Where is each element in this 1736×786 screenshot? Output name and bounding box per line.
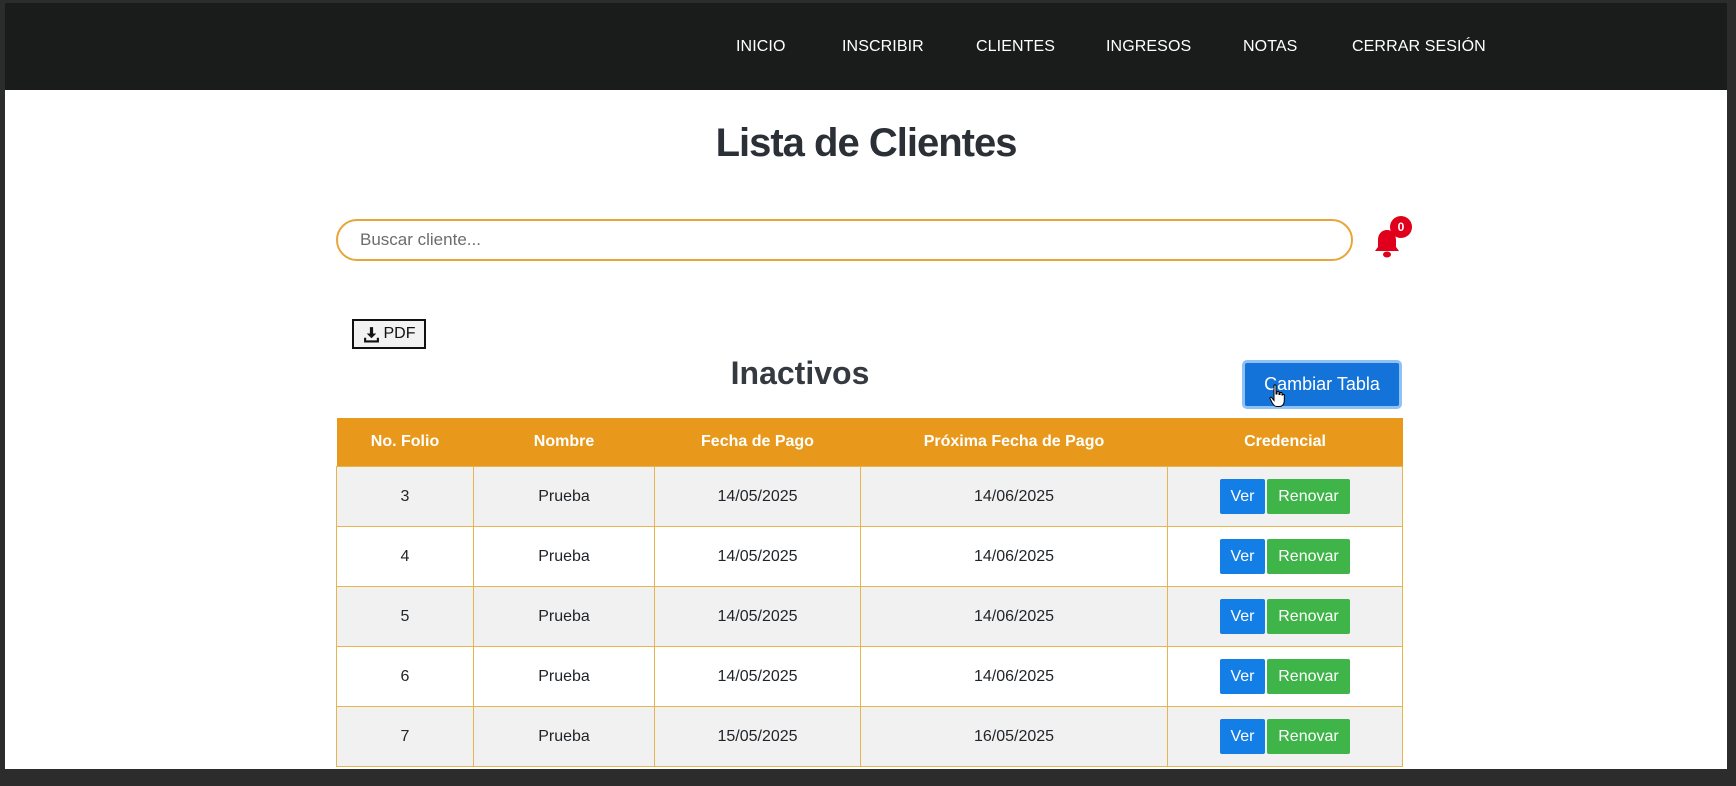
cell-fecha-pago: 14/05/2025 [654, 646, 861, 707]
table-row: 3 Prueba 14/05/2025 14/06/2025 Ver Renova… [336, 466, 1403, 527]
cell-nombre: Prueba [473, 526, 655, 587]
cell-credencial-actions: Ver Renovar [1167, 586, 1403, 647]
column-header-fecha-pago: Fecha de Pago [654, 418, 861, 467]
cell-credencial-actions: Ver Renovar [1167, 466, 1403, 527]
cell-nombre: Prueba [473, 706, 655, 767]
renovar-button[interactable]: Renovar [1267, 479, 1350, 514]
pdf-button-label: PDF [383, 325, 416, 342]
cell-folio: 6 [336, 646, 474, 707]
top-navigation-bar: INICIO INSCRIBIR CLIENTES INGRESOS NOTAS… [5, 3, 1727, 90]
cell-fecha-pago: 14/05/2025 [654, 526, 861, 587]
bottom-border [0, 769, 1736, 786]
cell-folio: 3 [336, 466, 474, 527]
notification-bell[interactable]: 0 [1373, 216, 1412, 260]
cell-fecha-pago: 14/05/2025 [654, 586, 861, 647]
nav-item-clientes[interactable]: CLIENTES [976, 38, 1055, 56]
renovar-button[interactable]: Renovar [1267, 659, 1350, 694]
cell-credencial-actions: Ver Renovar [1167, 526, 1403, 587]
table-header-row: No. Folio Nombre Fecha de Pago Próxima F… [336, 418, 1403, 467]
ver-button[interactable]: Ver [1220, 479, 1265, 514]
nav-item-inscribir[interactable]: INSCRIBIR [842, 38, 924, 56]
table-row: 7 Prueba 15/05/2025 16/05/2025 Ver Renova… [336, 706, 1403, 767]
clients-table: No. Folio Nombre Fecha de Pago Próxima F… [336, 418, 1403, 767]
cell-nombre: Prueba [473, 586, 655, 647]
nav-item-notas[interactable]: NOTAS [1243, 38, 1297, 56]
cell-nombre: Prueba [473, 646, 655, 707]
ver-button[interactable]: Ver [1220, 719, 1265, 754]
renovar-button[interactable]: Renovar [1267, 539, 1350, 574]
notification-count-badge: 0 [1390, 216, 1412, 238]
cell-proxima-fecha: 14/06/2025 [860, 646, 1168, 707]
cell-folio: 5 [336, 586, 474, 647]
nav-item-inicio[interactable]: INICIO [736, 38, 786, 56]
ver-button[interactable]: Ver [1220, 659, 1265, 694]
export-pdf-button[interactable]: PDF [352, 319, 426, 349]
cell-credencial-actions: Ver Renovar [1167, 706, 1403, 767]
table-row: 6 Prueba 14/05/2025 14/06/2025 Ver Renova… [336, 646, 1403, 707]
cell-proxima-fecha: 14/06/2025 [860, 466, 1168, 527]
renovar-button[interactable]: Renovar [1267, 719, 1350, 754]
download-icon [363, 326, 379, 342]
cell-fecha-pago: 14/05/2025 [654, 466, 861, 527]
cell-folio: 7 [336, 706, 474, 767]
ver-button[interactable]: Ver [1220, 539, 1265, 574]
cell-folio: 4 [336, 526, 474, 587]
cell-fecha-pago: 15/05/2025 [654, 706, 861, 767]
change-table-button[interactable]: Cambiar Tabla [1242, 360, 1402, 409]
ver-button[interactable]: Ver [1220, 599, 1265, 634]
section-title: Inactivos [730, 355, 870, 391]
app-window: INICIO INSCRIBIR CLIENTES INGRESOS NOTAS… [5, 3, 1727, 769]
column-header-nombre: Nombre [473, 418, 655, 467]
cell-proxima-fecha: 14/06/2025 [860, 526, 1168, 587]
table-row: 5 Prueba 14/05/2025 14/06/2025 Ver Renova… [336, 586, 1403, 647]
page-title: Lista de Clientes [715, 121, 1018, 165]
column-header-folio: No. Folio [336, 418, 474, 467]
column-header-credencial: Credencial [1167, 418, 1403, 467]
column-header-proxima-fecha: Próxima Fecha de Pago [860, 418, 1168, 467]
cell-credencial-actions: Ver Renovar [1167, 646, 1403, 707]
cell-proxima-fecha: 14/06/2025 [860, 586, 1168, 647]
cell-nombre: Prueba [473, 466, 655, 527]
search-input[interactable] [336, 219, 1353, 261]
table-row: 4 Prueba 14/05/2025 14/06/2025 Ver Renova… [336, 526, 1403, 587]
renovar-button[interactable]: Renovar [1267, 599, 1350, 634]
nav-item-cerrar-sesion[interactable]: CERRAR SESIÓN [1352, 38, 1486, 56]
nav-item-ingresos[interactable]: INGRESOS [1106, 38, 1191, 56]
cell-proxima-fecha: 16/05/2025 [860, 706, 1168, 767]
